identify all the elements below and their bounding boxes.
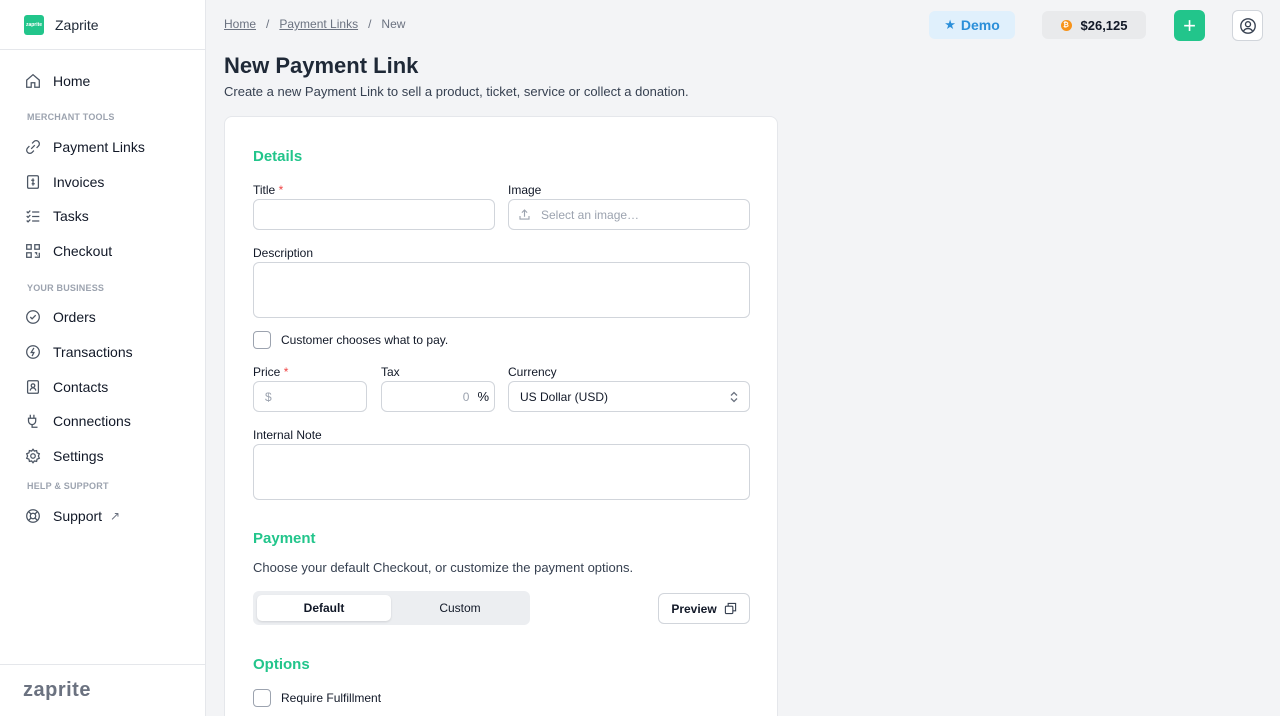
lifebuoy-icon <box>26 509 40 523</box>
customer-chooses-row: Customer chooses what to pay. <box>253 331 448 349</box>
payment-mode-custom[interactable]: Custom <box>393 595 527 621</box>
preview-label: Preview <box>671 601 717 616</box>
require-fulfillment-label: Require Fulfillment <box>281 691 382 705</box>
sidebar-item-support[interactable]: Support ↗ <box>24 504 120 528</box>
sidebar-item-orders[interactable]: Orders <box>24 305 96 329</box>
sidebar-item-payment-links[interactable]: Payment Links <box>24 135 145 159</box>
demo-badge[interactable]: ★ Demo <box>929 11 1015 39</box>
breadcrumb-current: New <box>381 17 406 31</box>
tax-label: Tax <box>381 365 400 379</box>
section-help-support: HELP & SUPPORT <box>27 481 109 491</box>
price-input[interactable]: $ <box>253 381 367 412</box>
currency-value: US Dollar (USD) <box>520 389 609 404</box>
bitcoin-icon: ₿ <box>1060 19 1072 31</box>
sidebar-item-settings[interactable]: Settings <box>24 444 104 468</box>
sidebar-item-label: Checkout <box>53 243 113 259</box>
breadcrumb-separator: / <box>368 17 372 31</box>
title-label: Title * <box>253 183 284 197</box>
options-heading: Options <box>253 656 310 673</box>
sidebar-item-label: Tasks <box>53 208 89 224</box>
lightning-circle-icon <box>26 345 40 359</box>
user-circle-icon <box>1239 17 1256 34</box>
tax-suffix: % <box>477 389 489 404</box>
tax-value: 0 <box>462 389 470 404</box>
gear-icon <box>25 448 41 464</box>
upload-icon <box>519 209 530 220</box>
tax-input[interactable]: 0 % <box>381 381 495 412</box>
customer-chooses-label: Customer chooses what to pay. <box>281 333 449 347</box>
balance-display[interactable]: ₿ $26,125 <box>1042 11 1146 39</box>
brand-name[interactable]: Zaprite <box>55 17 99 33</box>
sidebar-item-checkout[interactable]: Checkout <box>24 239 112 263</box>
link-icon <box>26 140 40 154</box>
description-textarea[interactable] <box>253 262 750 318</box>
customer-chooses-checkbox[interactable] <box>253 331 271 349</box>
require-fulfillment-row: Require Fulfillment <box>253 689 381 707</box>
sidebar-item-home[interactable]: Home <box>24 69 90 93</box>
qr-code-icon <box>26 244 40 258</box>
payment-mode-default[interactable]: Default <box>257 595 391 621</box>
internal-note-textarea[interactable] <box>253 444 750 500</box>
price-prefix: $ <box>265 389 272 404</box>
invoice-icon <box>26 175 40 189</box>
sidebar-item-label: Contacts <box>53 379 109 395</box>
sidebar-item-invoices[interactable]: Invoices <box>24 170 104 194</box>
sidebar-item-tasks[interactable]: Tasks <box>24 204 89 228</box>
sidebar-item-label: Invoices <box>53 174 105 190</box>
sidebar-item-transactions[interactable]: Transactions <box>24 340 133 364</box>
payment-link-form: Details Title * Image Select an image… D… <box>224 116 778 716</box>
external-link-icon: ↗ <box>110 509 121 523</box>
sidebar-item-label: Settings <box>53 448 104 464</box>
sidebar-item-label: Payment Links <box>53 139 145 155</box>
check-circle-icon <box>26 310 40 324</box>
section-your-business: YOUR BUSINESS <box>27 283 105 293</box>
title-input[interactable] <box>253 199 495 230</box>
plug-icon <box>27 414 38 428</box>
home-icon <box>26 73 40 88</box>
sidebar-item-label: Connections <box>53 413 131 429</box>
payment-description: Choose your default Checkout, or customi… <box>253 560 634 575</box>
sidebar-item-label: Support <box>53 508 103 524</box>
add-button[interactable]: + <box>1174 10 1205 41</box>
task-list-icon <box>26 210 40 223</box>
brand-header: zaprite Zaprite <box>0 0 205 50</box>
copy-window-icon <box>724 602 736 615</box>
page-subtitle: Create a new Payment Link to sell a prod… <box>224 84 689 99</box>
sidebar-item-contacts[interactable]: Contacts <box>24 375 108 399</box>
chevron-up-down-icon <box>730 391 738 402</box>
sidebar-item-label: Orders <box>53 309 96 325</box>
internal-note-label: Internal Note <box>253 428 322 442</box>
description-label: Description <box>253 246 314 260</box>
breadcrumb: Home / Payment Links / New <box>224 17 405 31</box>
demo-label: Demo <box>960 17 1000 33</box>
payment-mode-toggle: Default Custom <box>253 591 530 625</box>
require-fulfillment-checkbox[interactable] <box>253 689 271 707</box>
breadcrumb-separator: / <box>266 17 270 31</box>
balance-amount: $26,125 <box>1080 17 1128 33</box>
payment-heading: Payment <box>253 530 316 547</box>
required-mark: * <box>278 183 284 197</box>
currency-select[interactable]: US Dollar (USD) <box>508 381 750 412</box>
price-label: Price * <box>253 365 289 379</box>
sidebar: zaprite Zaprite Home MERCHANT TOOLS Paym… <box>0 0 206 716</box>
sidebar-item-connections[interactable]: Connections <box>24 409 131 433</box>
sidebar-item-label: Home <box>53 73 91 89</box>
image-placeholder: Select an image… <box>541 207 640 222</box>
sparkle-icon: ★ <box>944 17 956 32</box>
required-mark: * <box>283 365 289 379</box>
preview-button[interactable]: Preview <box>658 593 750 624</box>
sidebar-item-label: Transactions <box>53 344 133 360</box>
image-label: Image <box>508 183 542 197</box>
breadcrumb-home[interactable]: Home <box>224 17 256 31</box>
contact-card-icon <box>26 380 40 394</box>
details-heading: Details <box>253 148 303 165</box>
section-merchant-tools: MERCHANT TOOLS <box>27 112 115 122</box>
footer-wordmark: zaprite <box>0 664 205 716</box>
profile-button[interactable] <box>1232 10 1263 41</box>
page-title: New Payment Link <box>224 53 419 78</box>
currency-label: Currency <box>508 365 557 379</box>
breadcrumb-payment-links[interactable]: Payment Links <box>279 17 358 31</box>
image-select-field[interactable]: Select an image… <box>508 199 750 230</box>
zaprite-logo[interactable]: zaprite <box>24 14 44 35</box>
